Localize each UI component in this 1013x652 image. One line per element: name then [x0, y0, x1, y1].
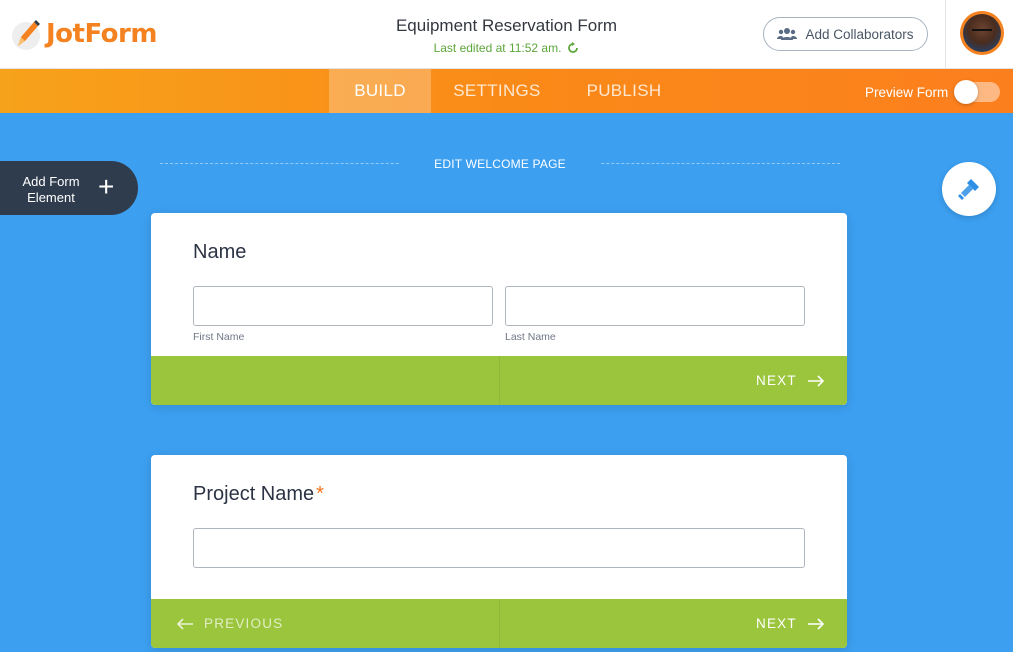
- last-edited-status: Last edited at 11:52 am.: [300, 41, 713, 55]
- plus-icon: +: [98, 171, 115, 202]
- add-form-element-button[interactable]: Add Form Element +: [0, 161, 138, 215]
- tab-publish[interactable]: PUBLISH: [570, 69, 678, 113]
- edit-welcome-page-link[interactable]: EDIT WELCOME PAGE: [400, 157, 600, 171]
- project-name-input[interactable]: [193, 528, 805, 568]
- question-card-name: Name First Name Last Name NEXT: [151, 213, 847, 405]
- next-label: NEXT: [756, 616, 797, 631]
- question-label-project-name[interactable]: Project Name *: [193, 483, 324, 506]
- last-name-input[interactable]: [505, 286, 805, 326]
- last-edited-text: Last edited at 11:52 am.: [433, 41, 562, 55]
- footer-divider: [499, 599, 500, 648]
- jotform-logo[interactable]: JotForm: [8, 14, 157, 54]
- preview-form-toggle[interactable]: [954, 80, 1001, 104]
- project-name-label: Project Name: [193, 483, 315, 505]
- add-collaborators-label: Add Collaborators: [805, 26, 914, 42]
- arrow-left-icon: [176, 617, 193, 630]
- arrow-right-icon: [807, 617, 824, 630]
- form-title[interactable]: Equipment Reservation Form: [300, 16, 713, 36]
- logo-text: JotForm: [46, 19, 157, 49]
- avatar-photo: [963, 14, 1001, 52]
- required-asterisk: *: [316, 483, 324, 505]
- next-button[interactable]: NEXT: [756, 599, 825, 648]
- form-designer-button[interactable]: [942, 162, 996, 216]
- toggle-knob: [954, 80, 979, 104]
- arrow-right-icon: [807, 374, 824, 387]
- top-header: JotForm Equipment Reservation Form Last …: [0, 0, 1013, 69]
- builder-navbar: BUILD SETTINGS PUBLISH Preview Form: [0, 69, 1013, 113]
- preview-form-label: Preview Form: [865, 84, 949, 100]
- card-footer: NEXT: [151, 356, 847, 405]
- footer-divider: [499, 356, 500, 405]
- paint-roller-icon: [958, 179, 979, 200]
- tab-settings[interactable]: SETTINGS: [440, 69, 554, 113]
- question-card-project-name: Project Name * PREVIOUS NEXT: [151, 455, 847, 648]
- header-divider: [945, 0, 946, 69]
- next-label: NEXT: [756, 373, 797, 388]
- first-name-input[interactable]: [193, 286, 493, 326]
- users-icon: [777, 28, 798, 40]
- question-label-name[interactable]: Name: [193, 241, 246, 264]
- user-avatar[interactable]: [960, 11, 1004, 55]
- avatar-glasses: [972, 29, 992, 34]
- next-button[interactable]: NEXT: [756, 356, 825, 405]
- refresh-icon[interactable]: [567, 42, 579, 54]
- first-name-sublabel: First Name: [193, 331, 245, 343]
- preview-form-control: Preview Form: [865, 80, 1001, 104]
- card-footer: PREVIOUS NEXT: [151, 599, 847, 648]
- pencil-logo-icon: [12, 20, 40, 50]
- add-collaborators-button[interactable]: Add Collaborators: [763, 17, 928, 51]
- last-name-sublabel: Last Name: [505, 331, 556, 343]
- previous-label: PREVIOUS: [204, 616, 284, 631]
- add-form-element-label: Add Form Element: [22, 174, 80, 205]
- previous-button[interactable]: PREVIOUS: [176, 599, 283, 648]
- form-title-block: Equipment Reservation Form Last edited a…: [300, 16, 713, 55]
- tab-build[interactable]: BUILD: [329, 69, 431, 113]
